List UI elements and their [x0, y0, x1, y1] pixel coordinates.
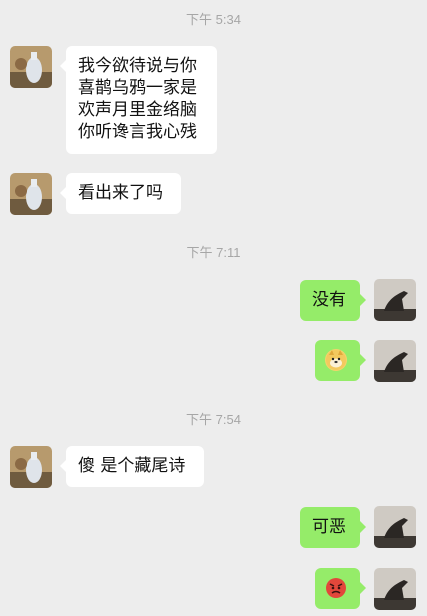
incoming-message-bubble[interactable]: 我今欲待说与你 喜鹊乌鸦一家是 欢声月里金络脑 你听谗言我心残 [60, 46, 217, 154]
outgoing-emoji-bubble[interactable] [315, 340, 366, 381]
message-text: 傻 是个藏尾诗 [78, 456, 186, 476]
contact-avatar[interactable] [10, 173, 52, 215]
outgoing-message-bubble[interactable]: 没有 [300, 280, 366, 321]
doge-emoji-icon [325, 349, 347, 371]
message-text: 我今欲待说与你 [78, 56, 197, 76]
timestamp: 下午 7:54 [186, 412, 241, 427]
contact-avatar[interactable] [10, 46, 52, 88]
my-avatar[interactable] [374, 568, 416, 610]
outgoing-emoji-bubble[interactable] [315, 568, 366, 609]
my-avatar[interactable] [374, 340, 416, 382]
contact-avatar[interactable] [10, 446, 52, 488]
message-text: 你听谗言我心残 [78, 122, 197, 142]
message-text: 可恶 [312, 517, 346, 537]
message-text: 欢声月里金络脑 [78, 100, 197, 120]
timestamp: 下午 7:11 [186, 245, 241, 260]
incoming-message-bubble[interactable]: 看出来了吗 [60, 173, 181, 214]
outgoing-message-bubble[interactable]: 可恶 [300, 507, 366, 548]
message-text: 喜鹊乌鸦一家是 [78, 78, 197, 98]
my-avatar[interactable] [374, 279, 416, 321]
timestamp: 下午 5:34 [186, 12, 241, 27]
message-text: 看出来了吗 [78, 183, 163, 203]
message-text: 没有 [312, 290, 346, 310]
incoming-message-bubble[interactable]: 傻 是个藏尾诗 [60, 446, 204, 487]
angry-face-emoji-icon [325, 577, 347, 599]
my-avatar[interactable] [374, 506, 416, 548]
